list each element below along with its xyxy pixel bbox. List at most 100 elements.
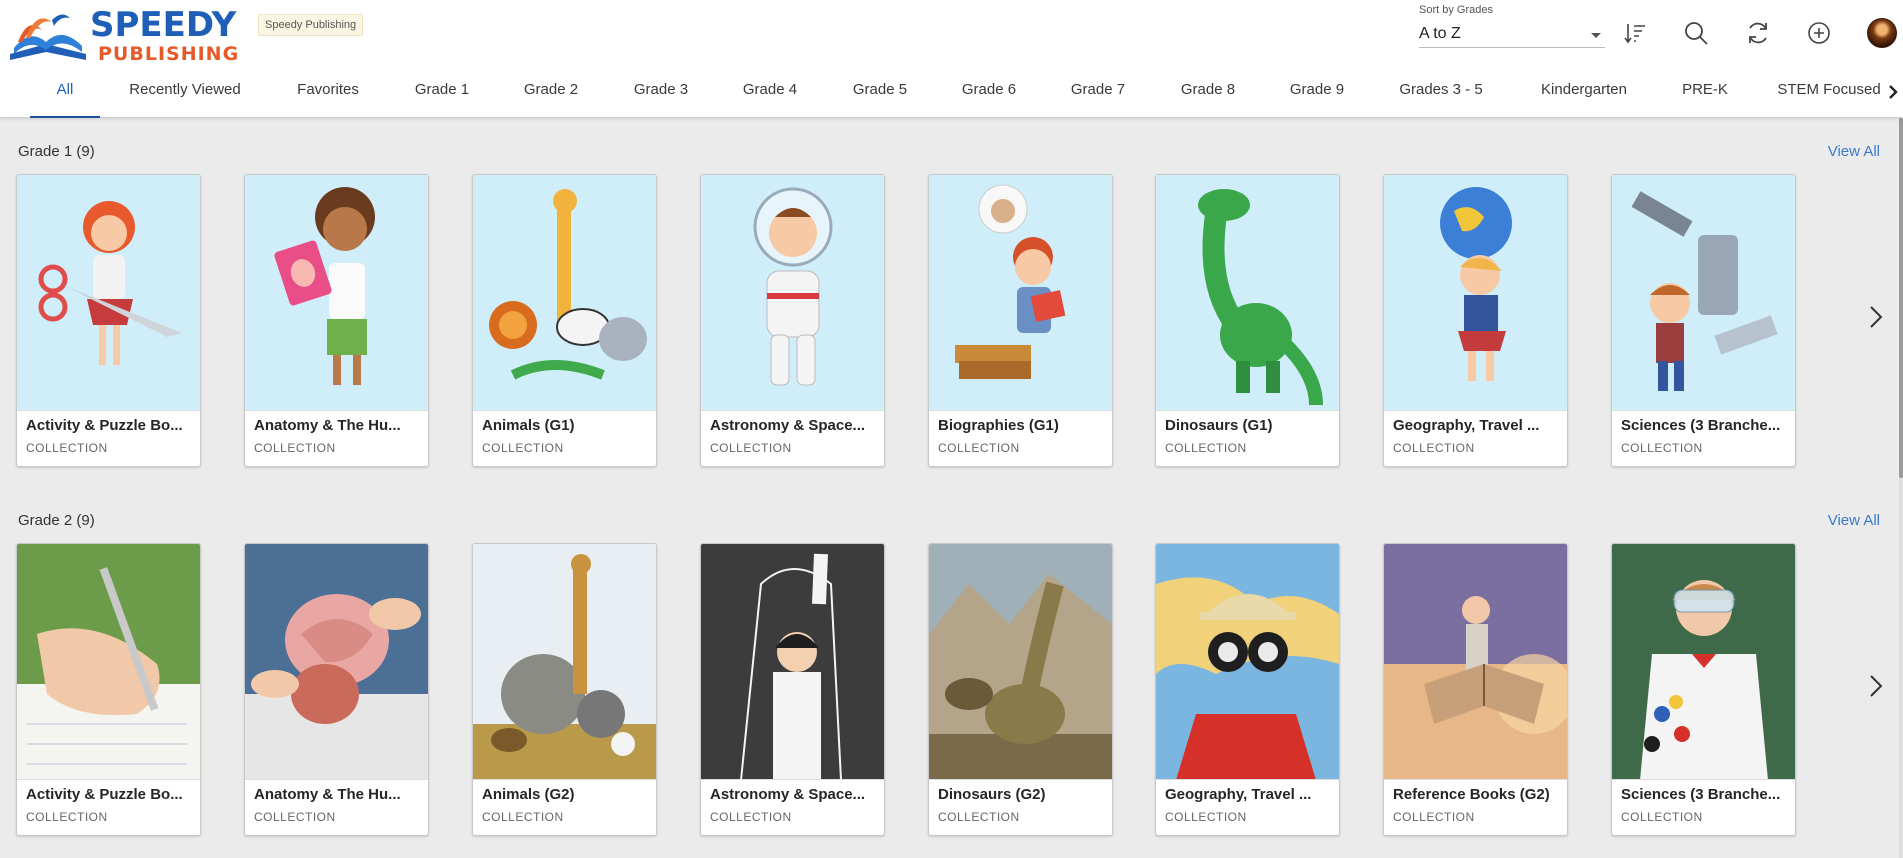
tab-grade-4[interactable]: Grade 4 (730, 72, 810, 118)
scrollbar-thumb[interactable] (1899, 118, 1903, 478)
card-type-label: COLLECTION (710, 810, 792, 824)
sort-order-icon (1624, 24, 1645, 44)
collection-card[interactable]: Geography, Travel ... COLLECTION (1155, 543, 1340, 836)
card-thumbnail (473, 175, 656, 411)
add-button[interactable] (1804, 18, 1834, 48)
collection-card[interactable]: Anatomy & The Hu... COLLECTION (244, 543, 429, 836)
search-button[interactable] (1681, 18, 1711, 48)
card-type-label: COLLECTION (1165, 810, 1247, 824)
user-avatar[interactable] (1867, 18, 1897, 48)
card-title: Geography, Travel ... (1393, 417, 1540, 434)
card-title: Dinosaurs (G1) (1165, 417, 1273, 434)
card-thumbnail (1384, 175, 1567, 411)
tab-recently-viewed[interactable]: Recently Viewed (120, 72, 250, 118)
collection-card[interactable]: Sciences (3 Branche... COLLECTION (1611, 543, 1796, 836)
app-header: SPEEDY PUBLISHING Speedy Publishing Sort… (0, 0, 1903, 118)
search-icon (1685, 22, 1708, 45)
collection-card[interactable]: Biographies (G1) COLLECTION (928, 174, 1113, 467)
collection-card[interactable]: Geography, Travel ... COLLECTION (1383, 174, 1568, 467)
card-title: Sciences (3 Branche... (1621, 417, 1781, 434)
tab-grade-2[interactable]: Grade 2 (511, 72, 591, 118)
logo-wordmark-speedy: SPEEDY (90, 5, 237, 45)
card-type-label: COLLECTION (1393, 810, 1475, 824)
row-scroll-right-icon[interactable] (1866, 671, 1886, 701)
card-title: Activity & Puzzle Bo... (26, 417, 183, 434)
card-type-label: COLLECTION (254, 810, 336, 824)
tab-all[interactable]: All (30, 72, 100, 118)
collection-card[interactable]: Sciences (3 Branche... COLLECTION (1611, 174, 1796, 467)
collection-card[interactable]: Reference Books (G2) COLLECTION (1383, 543, 1568, 836)
card-type-label: COLLECTION (938, 441, 1020, 455)
view-all-grade-1-link[interactable]: View All (1828, 143, 1880, 160)
card-thumbnail (1612, 175, 1795, 411)
card-title: Astronomy & Space... (710, 786, 866, 803)
caret-down-icon (1591, 33, 1601, 38)
refresh-icon (1749, 22, 1767, 44)
tab-pre-k[interactable]: PRE-K (1670, 72, 1740, 118)
tab-grade-8[interactable]: Grade 8 (1168, 72, 1248, 118)
card-type-label: COLLECTION (482, 441, 564, 455)
sort-by-grades-select[interactable]: Sort by Grades A to Z (1419, 2, 1605, 50)
card-thumbnail (701, 544, 884, 780)
view-all-grade-2-link[interactable]: View All (1828, 512, 1880, 529)
card-thumbnail (17, 175, 200, 411)
card-title: Sciences (3 Branche... (1621, 786, 1781, 803)
tab-grades-3-5[interactable]: Grades 3 - 5 (1390, 72, 1492, 118)
tab-grade-6[interactable]: Grade 6 (949, 72, 1029, 118)
card-type-label: COLLECTION (938, 810, 1020, 824)
tab-grade-7[interactable]: Grade 7 (1058, 72, 1138, 118)
card-thumbnail (245, 175, 428, 411)
card-title: Activity & Puzzle Bo... (26, 786, 183, 803)
card-type-label: COLLECTION (1621, 441, 1703, 455)
collection-card[interactable]: Astronomy & Space... COLLECTION (700, 543, 885, 836)
collection-card[interactable]: Astronomy & Space... COLLECTION (700, 174, 885, 467)
add-icon (1808, 22, 1830, 44)
tab-kindergarten[interactable]: Kindergarten (1528, 72, 1640, 118)
tabs-scroll-right-icon[interactable] (1886, 82, 1900, 102)
card-type-label: COLLECTION (1393, 441, 1475, 455)
sort-order-button[interactable] (1620, 18, 1650, 48)
card-thumbnail (1156, 175, 1339, 411)
section-title-grade-1: Grade 1 (9) (18, 143, 95, 160)
card-thumbnail (245, 544, 428, 780)
tab-grade-3[interactable]: Grade 3 (621, 72, 701, 118)
tab-stem-focused[interactable]: STEM Focused (1770, 72, 1888, 118)
refresh-button[interactable] (1743, 18, 1773, 48)
card-thumbnail (1612, 544, 1795, 780)
card-title: Dinosaurs (G2) (938, 786, 1046, 803)
card-thumbnail (473, 544, 656, 780)
card-thumbnail (701, 175, 884, 411)
card-title: Geography, Travel ... (1165, 786, 1312, 803)
card-thumbnail (1384, 544, 1567, 780)
collection-card[interactable]: Anatomy & The Hu... COLLECTION (244, 174, 429, 467)
collection-card[interactable]: Animals (G1) COLLECTION (472, 174, 657, 467)
tab-grade-5[interactable]: Grade 5 (840, 72, 920, 118)
sort-value[interactable]: A to Z (1419, 20, 1605, 48)
grade-tabs: All Recently Viewed Favorites Grade 1 Gr… (0, 72, 1903, 118)
tab-favorites[interactable]: Favorites (284, 72, 372, 118)
card-title: Anatomy & The Hu... (254, 786, 401, 803)
logo-wordmark-publishing: PUBLISHING (98, 43, 240, 65)
collection-card[interactable]: Dinosaurs (G1) COLLECTION (1155, 174, 1340, 467)
card-type-label: COLLECTION (1621, 810, 1703, 824)
tab-grade-9[interactable]: Grade 9 (1277, 72, 1357, 118)
sort-label: Sort by Grades (1419, 4, 1493, 16)
card-title: Anatomy & The Hu... (254, 417, 401, 434)
card-type-label: COLLECTION (482, 810, 564, 824)
collection-card[interactable]: Dinosaurs (G2) COLLECTION (928, 543, 1113, 836)
speedy-publishing-logo[interactable]: SPEEDY PUBLISHING (6, 5, 242, 65)
book-logo-icon (10, 14, 86, 60)
collection-card[interactable]: Activity & Puzzle Bo... COLLECTION (16, 174, 201, 467)
collection-card[interactable]: Animals (G2) COLLECTION (472, 543, 657, 836)
tab-grade-1[interactable]: Grade 1 (402, 72, 482, 118)
row-scroll-right-icon[interactable] (1866, 302, 1886, 332)
collection-card[interactable]: Activity & Puzzle Bo... COLLECTION (16, 543, 201, 836)
card-title: Biographies (G1) (938, 417, 1059, 434)
card-type-label: COLLECTION (26, 810, 108, 824)
card-title: Animals (G2) (482, 786, 575, 803)
card-type-label: COLLECTION (254, 441, 336, 455)
page-scrollbar[interactable] (1899, 118, 1903, 858)
card-type-label: COLLECTION (26, 441, 108, 455)
section-title-grade-2: Grade 2 (9) (18, 512, 95, 529)
card-thumbnail (929, 175, 1112, 411)
